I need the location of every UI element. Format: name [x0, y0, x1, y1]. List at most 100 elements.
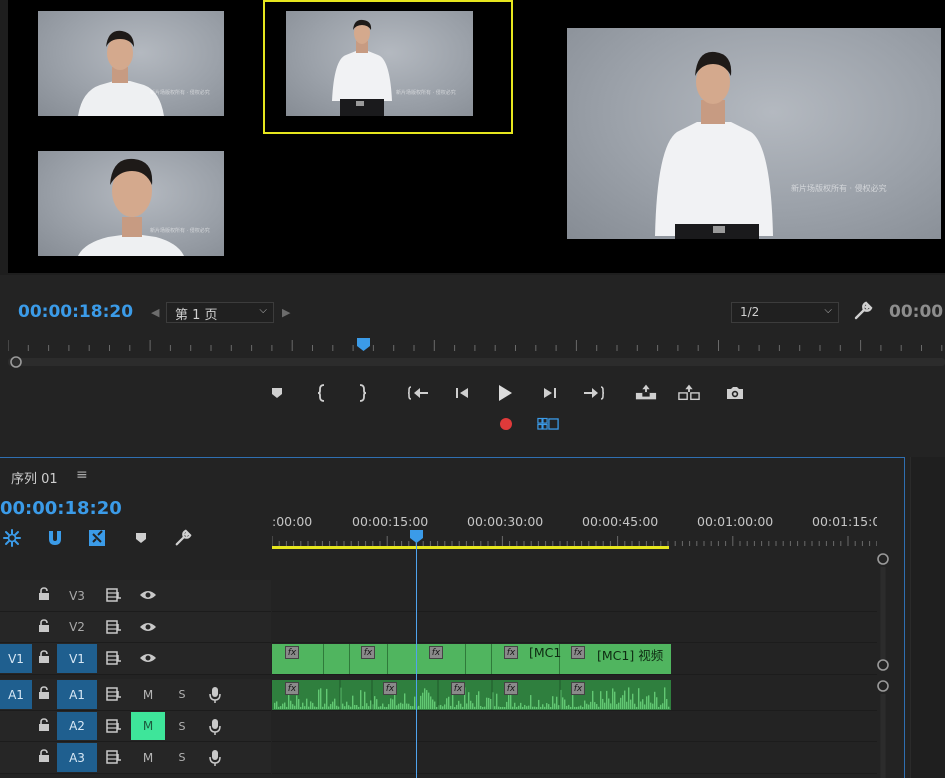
watermark: 新片场版权所有 · 侵权必究 — [150, 90, 210, 96]
lock-track-icon[interactable] — [37, 619, 51, 633]
source-patch-v1[interactable]: V1 — [0, 644, 32, 673]
video-clip[interactable]: fx [MC1] 视频 — [560, 644, 671, 674]
panel-menu-icon[interactable]: ≡ — [76, 467, 88, 483]
mute-track-button[interactable]: M — [131, 712, 165, 740]
lock-track-icon[interactable] — [37, 718, 51, 732]
sequence-tab-title[interactable]: 序列 01 — [11, 468, 58, 487]
timeline-playhead-marker[interactable] — [410, 530, 423, 544]
step-back-icon[interactable] — [451, 382, 473, 404]
mute-track-button[interactable]: M — [131, 680, 165, 709]
timeline-vertical-scrollbar[interactable] — [877, 545, 889, 778]
lock-track-icon[interactable] — [37, 749, 51, 763]
sync-lock-icon[interactable] — [106, 651, 122, 665]
camera-angle-3[interactable]: 新片场版权所有 · 侵权必究 — [38, 151, 224, 256]
resolution-value: 1/2 — [740, 305, 760, 319]
voiceover-record-mic-icon[interactable] — [208, 718, 222, 736]
video-clip-group[interactable]: fx fx fx fx [MC1 fx [MC1] 视频 — [272, 644, 671, 674]
track-lane-v1[interactable]: fx fx fx fx [MC1 fx [MC1] 视频 — [272, 643, 877, 675]
lock-track-icon[interactable] — [37, 686, 51, 700]
playback-resolution-dropdown[interactable]: 1/2 ⌵ — [731, 302, 839, 323]
fx-badge-icon: fx — [504, 682, 518, 695]
fx-badge-icon: fx — [504, 646, 518, 659]
multicam-view-toggle-icon[interactable] — [537, 413, 559, 435]
video-clip[interactable] — [466, 644, 492, 674]
camera-angle-1[interactable]: 新片场版权所有 · 侵权必究 — [38, 11, 224, 116]
sync-lock-icon[interactable] — [106, 588, 122, 602]
sync-lock-icon[interactable] — [106, 750, 122, 764]
audio-clip-group[interactable]: fx fx fx fx fx — [272, 680, 671, 710]
voiceover-record-mic-icon[interactable] — [208, 749, 222, 767]
track-lane-a2[interactable] — [272, 711, 877, 742]
lock-track-icon[interactable] — [37, 650, 51, 664]
video-clip[interactable]: fx — [272, 644, 324, 674]
ruler-ticks — [272, 536, 877, 546]
track-lane-a3[interactable] — [272, 742, 877, 774]
timeline-settings-wrench-icon[interactable] — [172, 527, 194, 549]
linked-selection-icon[interactable] — [86, 527, 108, 549]
mark-out-icon[interactable] — [351, 382, 373, 404]
video-clip[interactable]: fx — [350, 644, 388, 674]
monitor-playhead-marker — [357, 338, 370, 351]
timeline-time-ruler[interactable]: :00:00 00:00:15:00 00:00:30:00 00:00:45:… — [272, 508, 877, 553]
nest-toggle-icon[interactable] — [1, 527, 23, 549]
previous-page-arrow-icon[interactable]: ◀ — [151, 306, 159, 319]
extract-icon[interactable] — [678, 381, 700, 403]
monitor-settings-wrench-icon[interactable] — [853, 301, 873, 321]
toggle-track-output-eye-icon[interactable] — [139, 589, 157, 601]
work-area-bar[interactable] — [272, 546, 669, 549]
mark-in-icon[interactable] — [311, 382, 333, 404]
record-button-icon[interactable] — [495, 413, 517, 435]
track-target-v2[interactable]: V2 — [57, 613, 97, 641]
toggle-track-output-eye-icon[interactable] — [139, 652, 157, 664]
mute-track-button[interactable]: M — [131, 743, 165, 772]
track-area: V3 V2 V1 V1 fx fx fx fx [MC1 fx [MC1] 视频… — [0, 580, 877, 778]
watermark: 新片场版权所有 · 侵权必究 — [791, 184, 887, 193]
next-page-arrow-icon[interactable]: ▶ — [282, 306, 290, 319]
ruler-label: 00:01:15:0 — [812, 514, 877, 529]
monitor-playhead-timecode[interactable]: 00:00:18:20 — [18, 302, 133, 322]
camera-angle-2[interactable]: 新片场版权所有 · 侵权必究 — [286, 11, 473, 116]
ruler-label: 00:01:00:00 — [697, 514, 774, 529]
add-marker-icon[interactable] — [266, 382, 288, 404]
track-lane-a1[interactable]: fx fx fx fx fx — [272, 679, 877, 711]
snap-magnet-icon[interactable] — [44, 527, 66, 549]
video-clip[interactable] — [324, 644, 350, 674]
track-target-a1[interactable]: A1 — [57, 680, 97, 709]
step-forward-icon[interactable] — [539, 382, 561, 404]
go-to-out-icon[interactable] — [582, 382, 604, 404]
play-icon[interactable] — [494, 382, 516, 404]
lift-icon[interactable] — [635, 381, 657, 403]
sync-lock-icon[interactable] — [106, 620, 122, 634]
timeline-playhead-timecode[interactable]: 00:00:18:20 — [0, 498, 122, 519]
toggle-track-output-eye-icon[interactable] — [139, 621, 157, 633]
solo-track-button[interactable]: S — [172, 743, 192, 772]
sync-lock-icon[interactable] — [106, 687, 122, 701]
track-target-a2[interactable]: A2 — [57, 712, 97, 740]
video-clip[interactable]: fx [MC1 — [492, 644, 562, 674]
solo-track-button[interactable]: S — [172, 680, 192, 709]
voiceover-record-mic-icon[interactable] — [208, 686, 222, 704]
clip-name-label: [MC1 — [529, 645, 562, 660]
track-target-a3[interactable]: A3 — [57, 743, 97, 772]
go-to-in-icon[interactable] — [408, 382, 430, 404]
monitor-zoom-scrollbar[interactable] — [8, 356, 945, 368]
track-lane-v3[interactable] — [272, 580, 877, 612]
track-lane-v2[interactable] — [272, 612, 877, 643]
adjacent-panel-edge — [910, 457, 945, 778]
timeline-playhead-line[interactable] — [416, 537, 417, 778]
track-target-v1[interactable]: V1 — [57, 644, 97, 673]
chevron-down-icon: ⌵ — [259, 305, 267, 316]
sync-lock-icon[interactable] — [106, 719, 122, 733]
page-select-dropdown[interactable]: 第 1 页 ⌵ — [166, 302, 274, 323]
track-target-v3[interactable]: V3 — [57, 581, 97, 610]
export-frame-camera-icon[interactable] — [724, 382, 746, 404]
solo-track-button[interactable]: S — [172, 712, 192, 740]
lock-track-icon[interactable] — [37, 587, 51, 601]
add-marker-icon[interactable] — [130, 527, 152, 549]
monitor-time-ruler[interactable] — [8, 338, 945, 354]
video-clip[interactable]: fx — [388, 644, 466, 674]
speaker-figure — [78, 30, 164, 116]
source-patch-a1[interactable]: A1 — [0, 680, 32, 709]
speaker-figure — [332, 19, 392, 116]
clip-name-label: [MC1] 视频 — [597, 648, 664, 663]
